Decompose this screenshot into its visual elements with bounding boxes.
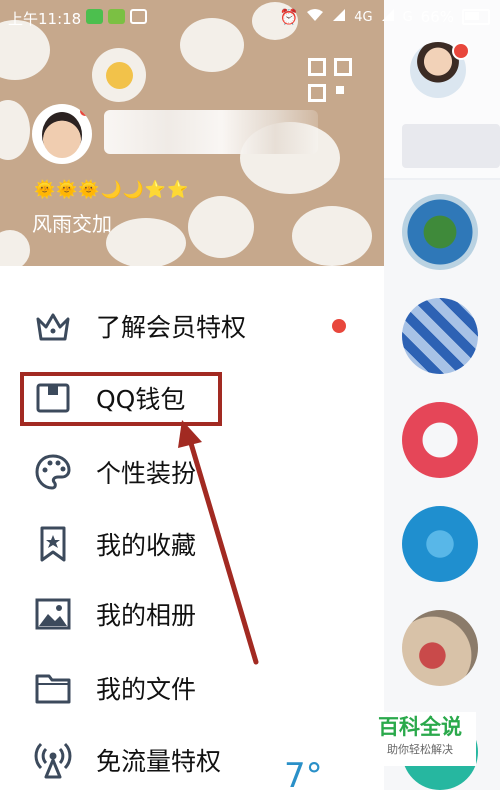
screenshot-icon bbox=[130, 9, 147, 24]
status-bar: 上午11:18 ⏰ 4G G 66% bbox=[0, 0, 500, 34]
watermark-title: 百科全说 bbox=[378, 715, 462, 739]
battery-icon bbox=[462, 9, 490, 25]
status-time: 上午11:18 bbox=[8, 10, 82, 28]
app-notification-icon bbox=[108, 9, 125, 24]
weather-temperature: 7° bbox=[284, 756, 323, 796]
watermark-subtitle: 助你轻松解决 bbox=[387, 743, 453, 756]
network-g-label: G bbox=[402, 9, 413, 25]
watermark-logo: 百科全说 助你轻松解决 bbox=[364, 712, 476, 766]
notification-icons bbox=[86, 9, 147, 24]
signal-icon bbox=[381, 8, 395, 26]
wifi-icon bbox=[306, 8, 324, 26]
battery-percent: 66% bbox=[420, 8, 454, 26]
network-4g-label: 4G bbox=[354, 9, 373, 25]
annotation-arrow bbox=[178, 420, 259, 665]
alarm-icon: ⏰ bbox=[279, 8, 299, 26]
wechat-icon bbox=[86, 9, 103, 24]
signal-icon bbox=[332, 8, 346, 26]
status-right: ⏰ 4G G 66% bbox=[280, 8, 490, 26]
